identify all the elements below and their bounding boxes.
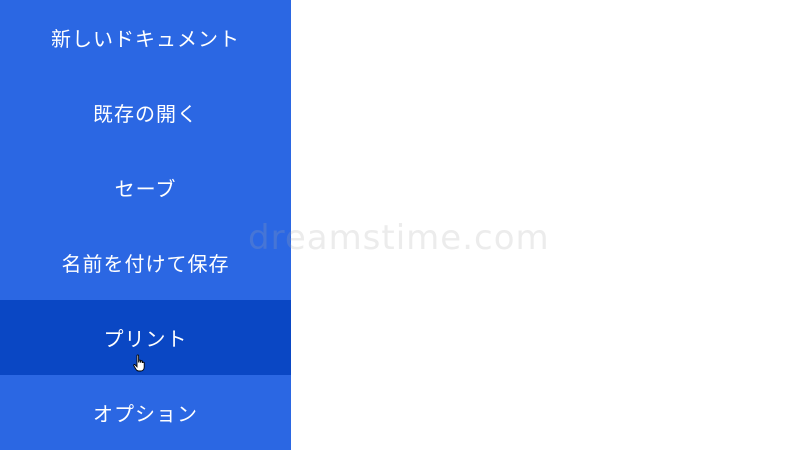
menu-item-label: オプション xyxy=(93,402,198,426)
menu-item-label: 新しいドキュメント xyxy=(51,27,240,51)
watermark-text: dreamstime.com xyxy=(248,218,550,258)
menu-item-open-existing[interactable]: 既存の開く xyxy=(0,75,291,150)
menu-item-save[interactable]: セーブ xyxy=(0,150,291,225)
menu-item-options[interactable]: オプション xyxy=(0,375,291,450)
menu-item-new-document[interactable]: 新しいドキュメント xyxy=(0,0,291,75)
menu-item-label: プリント xyxy=(103,327,188,351)
hand-pointer-icon xyxy=(133,354,145,372)
menu-item-print[interactable]: プリント xyxy=(0,300,291,375)
app-window: 新しいドキュメント 既存の開く セーブ 名前を付けて保存 プリント オプション … xyxy=(0,0,800,450)
menu-item-label: セーブ xyxy=(114,177,177,201)
menu-item-label: 名前を付けて保存 xyxy=(61,252,230,276)
menu-item-label: 既存の開く xyxy=(93,102,198,126)
